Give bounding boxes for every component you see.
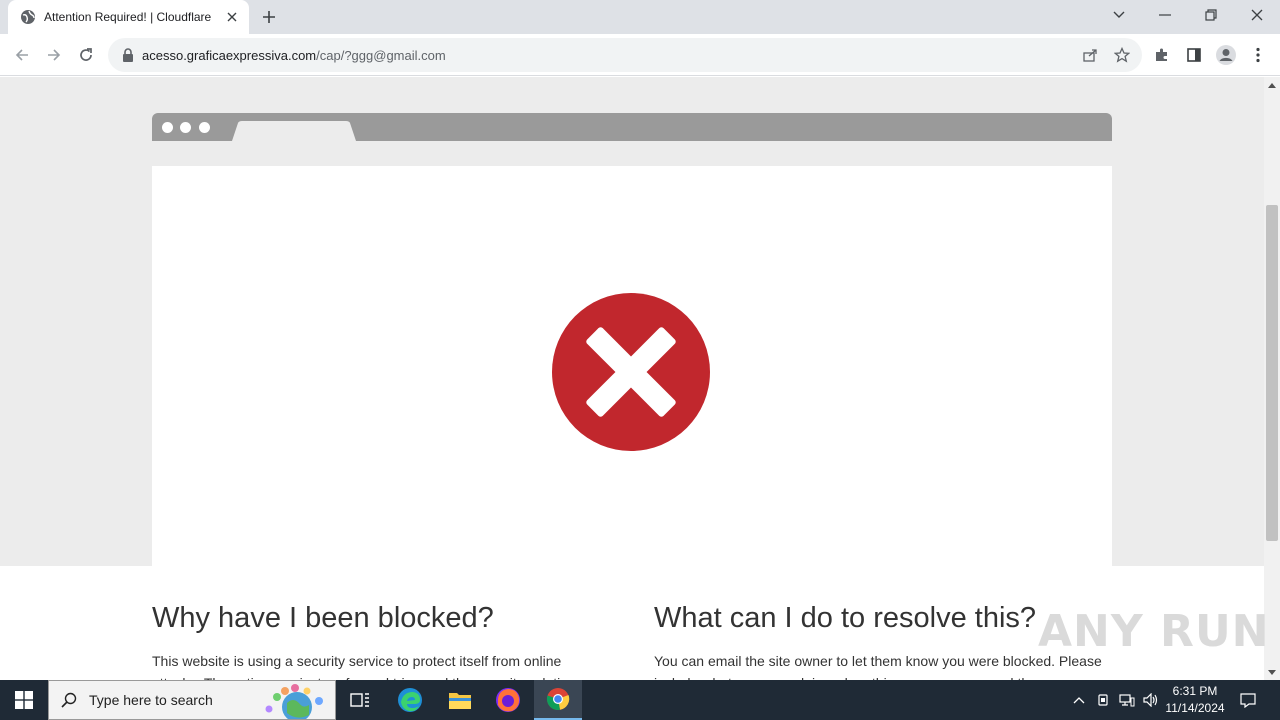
close-window-button[interactable] [1234, 0, 1280, 30]
chrome-icon[interactable] [534, 680, 582, 720]
tab-search-button[interactable] [1096, 0, 1142, 30]
minimize-button[interactable] [1142, 0, 1188, 30]
scroll-up-arrow-icon[interactable] [1264, 77, 1280, 93]
scroll-thumb[interactable] [1266, 205, 1278, 541]
lock-icon[interactable] [120, 47, 136, 63]
screen: Attention Required! | Cloudflare acesso.… [0, 0, 1280, 720]
taskbar-clock[interactable]: 6:31 PM 11/14/2024 [1160, 683, 1230, 717]
tab-title: Attention Required! | Cloudflare [44, 10, 212, 24]
url-text[interactable]: acesso.graficaexpressiva.com/cap/?ggg@gm… [142, 48, 446, 63]
clock-time: 6:31 PM [1172, 684, 1218, 698]
address-bar[interactable]: acesso.graficaexpressiva.com/cap/?ggg@gm… [108, 38, 1142, 72]
notification-icon[interactable] [1234, 680, 1262, 720]
text-why-blocked: This website is using a security service… [152, 653, 580, 680]
side-panel-icon[interactable] [1182, 43, 1206, 67]
bookmark-star-icon[interactable] [1110, 43, 1134, 67]
close-tab-icon[interactable] [224, 9, 240, 25]
edge-browser-icon[interactable] [386, 680, 434, 720]
illustration-dot [162, 122, 173, 133]
tab-strip: Attention Required! | Cloudflare [0, 0, 1280, 34]
clock-date: 11/14/2024 [1165, 701, 1225, 715]
heading-why-blocked: Why have I been blocked? [152, 602, 494, 634]
new-tab-button[interactable] [258, 6, 280, 28]
search-highlight-globe-icon [261, 681, 329, 719]
extensions-puzzle-icon[interactable] [1150, 43, 1174, 67]
globe-icon [20, 9, 36, 25]
back-button[interactable] [6, 39, 38, 71]
task-view-icon[interactable] [336, 680, 384, 720]
volume-icon[interactable] [1140, 680, 1162, 720]
anyrun-watermark: ANY RUN [1038, 606, 1270, 657]
forward-button[interactable] [38, 39, 70, 71]
reload-button[interactable] [70, 39, 102, 71]
network-icon[interactable] [1116, 680, 1138, 720]
taskbar: Type here to search 6:31 PM 11/14/2024 [0, 680, 1280, 720]
url-path: /cap/?ggg@gmail.com [316, 47, 446, 63]
file-explorer-icon[interactable] [436, 680, 484, 720]
profile-avatar-icon[interactable] [1214, 43, 1238, 67]
browser-tab[interactable]: Attention Required! | Cloudflare [8, 0, 249, 34]
firefox-icon[interactable] [484, 680, 532, 720]
device-tray-icon[interactable] [1092, 680, 1114, 720]
url-host: acesso.graficaexpressiva.com [142, 47, 317, 63]
browser-toolbar: acesso.graficaexpressiva.com/cap/?ggg@gm… [0, 34, 1280, 76]
text-resolve: You can email the site owner to let them… [654, 653, 1102, 680]
share-icon[interactable] [1078, 43, 1102, 67]
restore-button[interactable] [1188, 0, 1234, 30]
windows-start-button[interactable] [0, 680, 48, 720]
menu-kebab-icon[interactable] [1246, 43, 1270, 67]
show-hidden-icons-chevron-icon[interactable] [1068, 680, 1090, 720]
illustration-dot [199, 122, 210, 133]
error-x-icon [552, 293, 710, 451]
page-viewport: Why have I been blocked? This website is… [0, 77, 1264, 680]
heading-resolve: What can I do to resolve this? [654, 602, 1037, 634]
scroll-down-arrow-icon[interactable] [1264, 664, 1280, 680]
illustration-dot [180, 122, 191, 133]
browser-illustration-tab [232, 121, 356, 141]
search-icon [61, 692, 77, 708]
page-scrollbar[interactable] [1264, 77, 1280, 680]
taskbar-search-box[interactable]: Type here to search [48, 680, 336, 720]
search-placeholder: Type here to search [89, 692, 213, 708]
